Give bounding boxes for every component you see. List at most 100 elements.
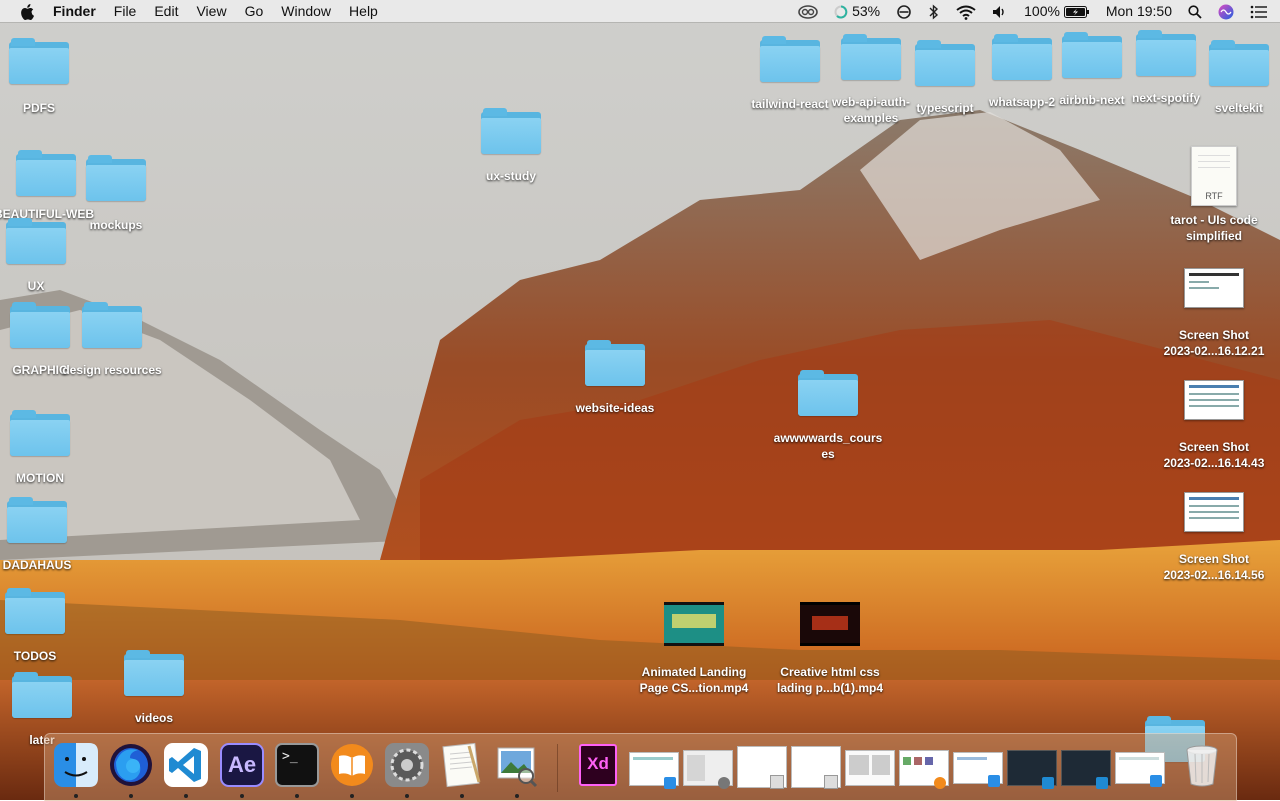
terminal-icon: >_ bbox=[275, 743, 319, 787]
folder-airbnb-next[interactable]: airbnb-next bbox=[1054, 32, 1130, 108]
file-tarot-rtf[interactable]: RTF tarot - UIs code simplified bbox=[1160, 146, 1268, 244]
folder-pdfs[interactable]: PDFS bbox=[4, 38, 74, 116]
file-label-line2: 2023-02...16.12.21 bbox=[1163, 344, 1265, 358]
folder-dadahaus[interactable]: DADAHAUS bbox=[0, 497, 74, 573]
dock-books[interactable] bbox=[329, 742, 375, 798]
dock-minimized-window-3[interactable] bbox=[737, 742, 787, 789]
folder-web-api-auth-examples[interactable]: web-api-auth- examples bbox=[826, 34, 916, 126]
dock-terminal[interactable]: >_ bbox=[274, 742, 320, 798]
file-label-line1: tarot - UIs code bbox=[1170, 213, 1258, 227]
creative-cloud-icon[interactable] bbox=[790, 0, 826, 22]
siri-icon[interactable] bbox=[1210, 0, 1242, 22]
folder-ux[interactable]: UX bbox=[4, 218, 68, 294]
apple-menu-icon[interactable] bbox=[0, 0, 44, 22]
window-thumbnail bbox=[1061, 750, 1111, 789]
folder-icon bbox=[1209, 40, 1269, 86]
folder-typescript[interactable]: typescript bbox=[910, 40, 980, 116]
menu-bar: Finder File Edit View Go Window Help 53%… bbox=[0, 0, 1280, 22]
folder-tailwind-react[interactable]: tailwind-react bbox=[746, 36, 834, 112]
folder-label: website-ideas bbox=[575, 401, 655, 415]
folder-label: typescript bbox=[916, 101, 974, 115]
dock-minimized-window-8[interactable] bbox=[1007, 742, 1057, 789]
folder-icon bbox=[10, 410, 70, 456]
dock-textedit[interactable] bbox=[439, 742, 485, 798]
folder-mockups[interactable]: mockups bbox=[82, 155, 150, 233]
folder-label: UX bbox=[27, 279, 45, 293]
menu-go[interactable]: Go bbox=[236, 0, 273, 22]
menu-help[interactable]: Help bbox=[340, 0, 387, 22]
folder-icon bbox=[841, 34, 901, 80]
folder-design-resources[interactable]: design resources bbox=[58, 302, 166, 378]
dock-minimized-window-7[interactable] bbox=[953, 742, 1003, 788]
video-thumbnail bbox=[800, 602, 860, 646]
dock-minimized-window-10[interactable] bbox=[1115, 742, 1165, 788]
spotlight-search-icon[interactable] bbox=[1180, 0, 1210, 22]
folder-icon bbox=[760, 36, 820, 82]
folder-label: design resources bbox=[62, 363, 162, 377]
menu-window[interactable]: Window bbox=[272, 0, 340, 22]
file-video-animated-landing[interactable]: Animated Landing Page CS...tion.mp4 bbox=[634, 602, 754, 696]
cpu-meter[interactable]: 53% bbox=[826, 0, 888, 22]
screenshot-thumbnail bbox=[1184, 492, 1244, 532]
notification-center-icon[interactable] bbox=[1242, 0, 1280, 22]
folder-label: videos bbox=[134, 711, 173, 725]
firefox-icon bbox=[110, 744, 152, 786]
file-label-line2: simplified bbox=[1185, 229, 1242, 243]
wifi-icon[interactable] bbox=[948, 0, 984, 22]
cpu-percent: 53% bbox=[852, 3, 881, 19]
window-thumbnail bbox=[791, 746, 841, 789]
folder-videos[interactable]: videos bbox=[120, 650, 188, 726]
file-label-line2: Page CS...tion.mp4 bbox=[639, 681, 749, 695]
dock-minimized-window-6[interactable] bbox=[899, 742, 949, 789]
menu-app-name[interactable]: Finder bbox=[44, 0, 105, 22]
dock-firefox[interactable] bbox=[108, 742, 154, 798]
finder-icon bbox=[54, 743, 98, 787]
video-thumbnail bbox=[664, 602, 724, 646]
dock-minimized-window-4[interactable] bbox=[791, 742, 841, 789]
dock-finder[interactable] bbox=[53, 742, 99, 798]
folder-next-spotify[interactable]: next-spotify bbox=[1126, 30, 1206, 106]
folder-label: DADAHAUS bbox=[2, 558, 72, 572]
folder-whatsapp-2[interactable]: whatsapp-2 bbox=[984, 34, 1060, 110]
dock-trash[interactable] bbox=[1179, 742, 1225, 788]
dock-adobe-xd[interactable]: Xd bbox=[575, 742, 621, 788]
after-effects-icon: Ae bbox=[220, 743, 264, 787]
folder-label: sveltekit bbox=[1214, 101, 1264, 115]
menu-file[interactable]: File bbox=[105, 0, 146, 22]
folder-todos[interactable]: TODOS bbox=[2, 588, 68, 664]
folder-icon bbox=[86, 155, 146, 201]
folder-icon bbox=[7, 497, 67, 543]
folder-awwwwards-courses[interactable]: awwwwards_cours es bbox=[768, 370, 888, 462]
folder-label-line2: examples bbox=[843, 111, 899, 125]
folder-icon bbox=[6, 218, 66, 264]
menu-view[interactable]: View bbox=[187, 0, 235, 22]
bluetooth-icon[interactable] bbox=[920, 0, 948, 22]
status-area: 53% 100% Mon 19:50 bbox=[790, 0, 1280, 22]
dock-minimized-window-2[interactable] bbox=[683, 742, 733, 789]
volume-icon[interactable] bbox=[984, 0, 1016, 22]
dock-minimized-window-9[interactable] bbox=[1061, 742, 1111, 789]
folder-label: ux-study bbox=[485, 169, 536, 183]
menu-edit[interactable]: Edit bbox=[145, 0, 187, 22]
folder-label: tailwind-react bbox=[751, 97, 829, 111]
focus-icon[interactable] bbox=[888, 0, 920, 22]
dock: Ae >_ Xd bbox=[44, 733, 1237, 801]
file-screenshot-2[interactable]: Screen Shot 2023-02...16.14.43 bbox=[1156, 380, 1272, 471]
folder-sveltekit[interactable]: sveltekit bbox=[1204, 40, 1274, 116]
folder-motion[interactable]: MOTION bbox=[6, 410, 74, 486]
dock-minimized-window-1[interactable] bbox=[629, 742, 679, 789]
dock-vscode[interactable] bbox=[163, 742, 209, 798]
folder-icon bbox=[481, 108, 541, 154]
clock[interactable]: Mon 19:50 bbox=[1098, 0, 1180, 22]
rtf-document-icon: RTF bbox=[1191, 146, 1237, 206]
file-screenshot-3[interactable]: Screen Shot 2023-02...16.14.56 bbox=[1156, 492, 1272, 583]
dock-minimized-window-5[interactable] bbox=[845, 742, 895, 788]
file-screenshot-1[interactable]: Screen Shot 2023-02...16.12.21 bbox=[1156, 268, 1272, 359]
battery-status[interactable]: 100% bbox=[1016, 0, 1098, 22]
file-video-creative-html[interactable]: Creative html css lading p...b(1).mp4 bbox=[770, 602, 890, 696]
dock-system-preferences[interactable] bbox=[384, 742, 430, 798]
dock-preview[interactable] bbox=[494, 742, 540, 798]
folder-ux-study[interactable]: ux-study bbox=[476, 108, 546, 184]
folder-website-ideas[interactable]: website-ideas bbox=[570, 340, 660, 416]
dock-after-effects[interactable]: Ae bbox=[219, 742, 265, 798]
